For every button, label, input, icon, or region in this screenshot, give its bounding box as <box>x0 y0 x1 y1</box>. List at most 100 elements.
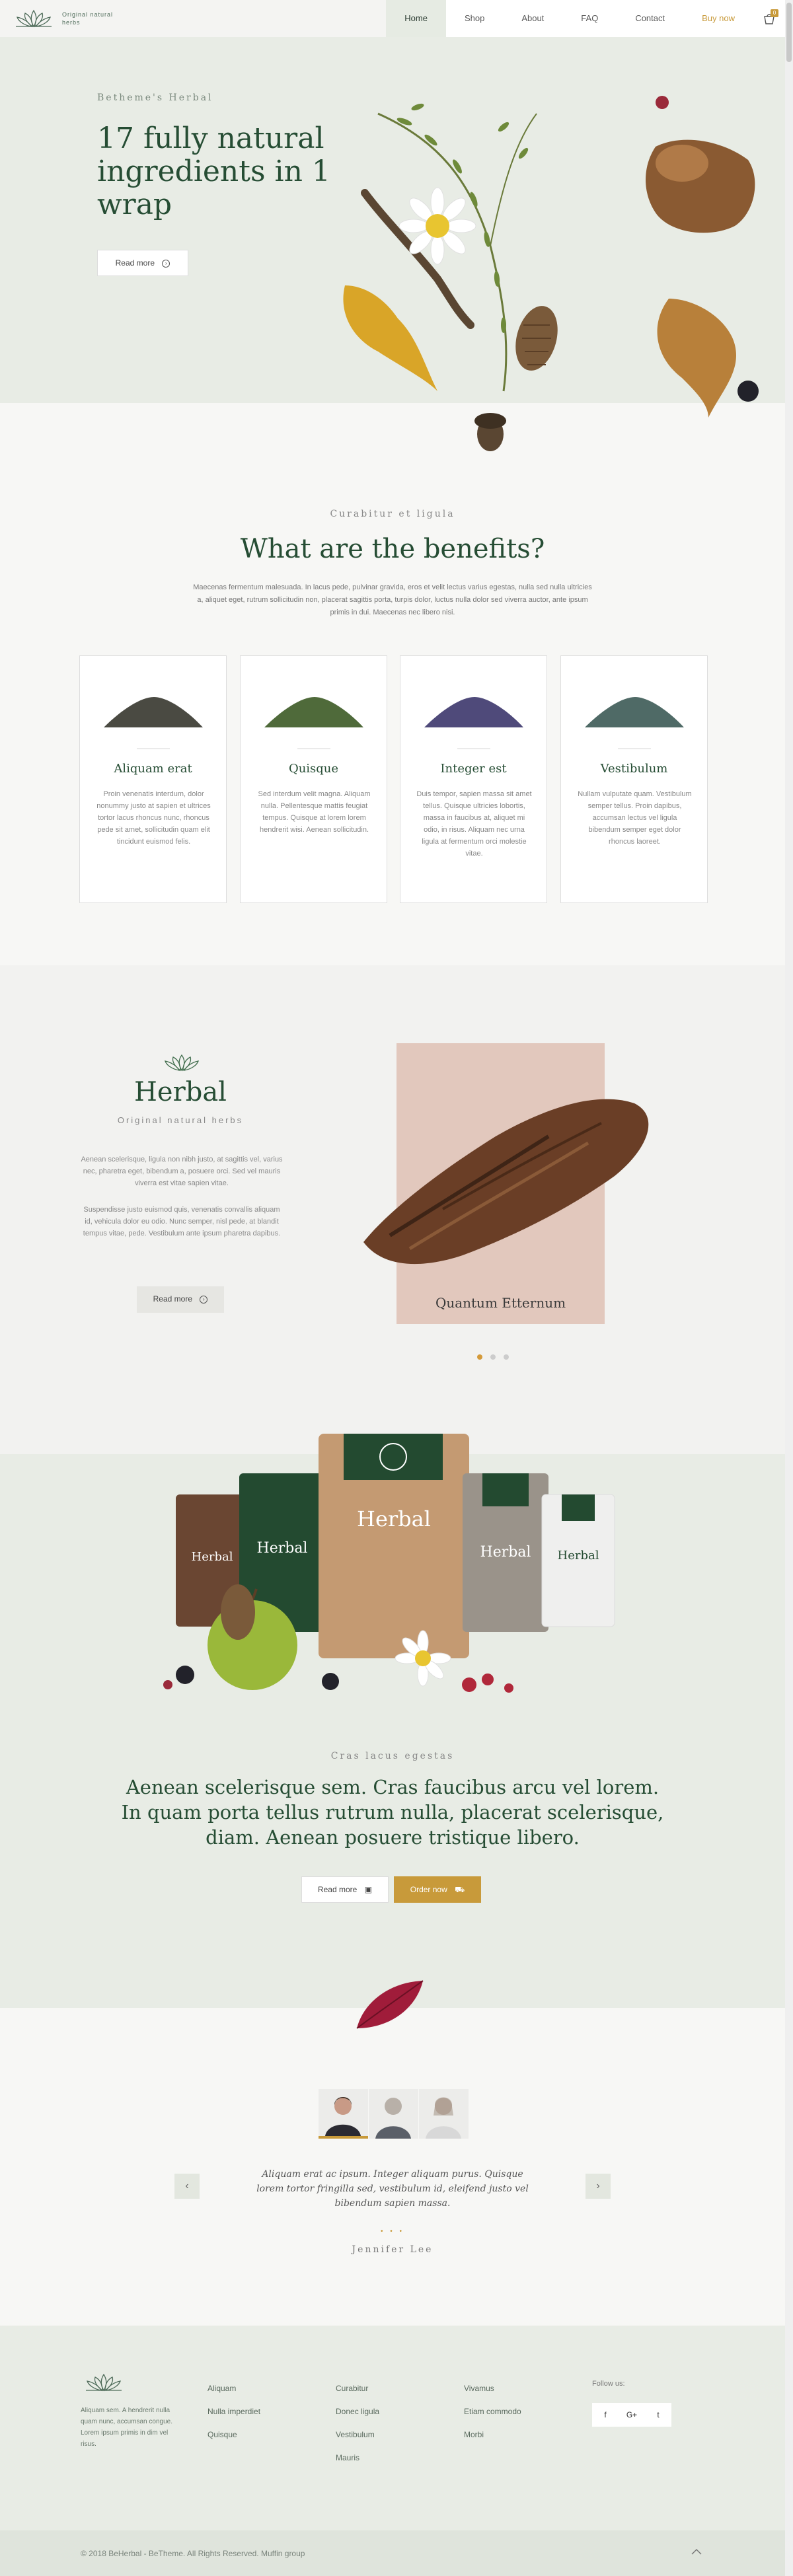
card-text: Nullam vulputate quam. Vestibulum semper… <box>578 790 692 846</box>
testimonial-prev-button[interactable]: ‹ <box>174 2174 200 2199</box>
package-label: Herbal <box>480 1544 531 1561</box>
testimonial-author: Jennifer Lee <box>352 2244 434 2255</box>
chevron-up-icon[interactable] <box>690 2546 703 2557</box>
footer-link[interactable]: Curabitur <box>336 2384 379 2407</box>
site-header: Original natural herbs Home Shop About F… <box>0 0 793 37</box>
twitter-icon[interactable]: t <box>645 2403 671 2427</box>
packages-kicker: Cras lacus egestas <box>330 1751 455 1761</box>
footer-links-column: Aliquam Nulla imperdiet Quisque <box>208 2384 260 2453</box>
cart-button[interactable]: 0 <box>753 0 785 37</box>
testimonial-next-button[interactable]: › <box>585 2174 611 2199</box>
cart-count-badge: 0 <box>771 9 778 17</box>
herbal-logo-icon[interactable] <box>81 2372 127 2394</box>
button-label: Order now <box>410 1885 447 1894</box>
hero-title: 17 fully natural ingredients in 1 wrap <box>97 122 330 221</box>
nav-faq[interactable]: FAQ <box>562 0 617 37</box>
herbal-logo-icon <box>16 9 52 28</box>
herb-pile-icon <box>264 697 363 727</box>
packages-title: Aenean scelerisque sem. Cras faucibus ar… <box>121 1776 664 1849</box>
packages-read-more-button[interactable]: Read more ▣ <box>301 1876 389 1903</box>
card-text: Duis tempor, sapien massa sit amet tellu… <box>416 790 532 858</box>
follow-label: Follow us: <box>592 2380 625 2388</box>
avatar[interactable] <box>419 2089 469 2139</box>
brand-paragraph: Suspendisse justo euismod quis, venenati… <box>83 1206 281 1237</box>
brand-paragraph: Aenean scelerisque, ligula non nibh just… <box>81 1156 283 1187</box>
brand-subtitle: Original natural herbs <box>117 1115 244 1125</box>
slider-dot[interactable] <box>477 1354 482 1360</box>
footer-links-column: Vivamus Etiam commodo Morbi <box>464 2384 521 2453</box>
footer-link[interactable]: Quisque <box>208 2430 260 2453</box>
hero-read-more-button[interactable]: Read more › <box>97 250 188 276</box>
order-now-button[interactable]: Order now ⛟ <box>394 1876 481 1903</box>
person-avatar-icon <box>426 2097 461 2139</box>
footer-links-column: Curabitur Donec ligula Vestibulum Mauris <box>336 2384 379 2476</box>
nav-shop[interactable]: Shop <box>446 0 503 37</box>
nav-buy-now[interactable]: Buy now <box>683 0 753 37</box>
bark-image <box>363 1099 649 1265</box>
arrow-circle-icon: › <box>200 1295 208 1304</box>
facebook-icon[interactable]: f <box>592 2403 619 2427</box>
person-avatar-icon <box>375 2098 411 2139</box>
herbs-illustration <box>343 96 759 451</box>
testimonial-avatars <box>319 2089 469 2139</box>
copyright-text: © 2018 BeHerbal - BeTheme. All Rights Re… <box>81 2549 305 2558</box>
avatar[interactable] <box>369 2089 418 2139</box>
red-leaf-decoration <box>356 1980 424 2029</box>
package-label: Herbal <box>257 1540 308 1557</box>
card-title: Aliquam erat <box>114 762 192 776</box>
avatar[interactable] <box>319 2089 368 2139</box>
page-scrollbar[interactable] <box>785 0 793 2576</box>
footer-link[interactable]: Etiam commodo <box>464 2407 521 2430</box>
footer-link[interactable]: Vivamus <box>464 2384 521 2407</box>
herb-pile-icon <box>424 697 523 727</box>
card-title: Quisque <box>288 762 339 776</box>
book-icon: ▣ <box>364 1885 373 1894</box>
packages-illustration: Herbal Herbal Herbal Herbal Herbal <box>163 1434 615 1693</box>
package-label: Herbal <box>357 1506 431 1531</box>
benefits-description: Maecenas fermentum malesuada. In lacus p… <box>193 583 592 616</box>
arrow-circle-icon: › <box>162 259 170 268</box>
slider-dot[interactable] <box>504 1354 509 1360</box>
card-text: Sed interdum velit magna. Aliquam nulla.… <box>258 790 371 834</box>
card-text: Proin venenatis interdum, dolor nonummy … <box>96 790 211 846</box>
testimonial-quote: Aliquam erat ac ipsum. Integer aliquam p… <box>256 2169 529 2209</box>
benefit-card: Quisque Sed interdum velit magna. Aliqua… <box>240 655 387 903</box>
nav-about[interactable]: About <box>503 0 562 37</box>
footer-link[interactable]: Aliquam <box>208 2384 260 2407</box>
benefit-card: Vestibulum Nullam vulputate quam. Vestib… <box>560 655 708 903</box>
footer-link[interactable]: Nulla imperdiet <box>208 2407 260 2430</box>
package-label: Herbal <box>192 1550 233 1564</box>
footer-link[interactable]: Morbi <box>464 2430 521 2453</box>
herbal-logo-icon <box>165 1054 199 1072</box>
button-label: Read more <box>317 1885 358 1894</box>
footer-link[interactable]: Vestibulum <box>336 2430 379 2453</box>
brand-read-more-button[interactable]: Read more › <box>137 1286 224 1313</box>
card-title: Vestibulum <box>600 762 668 776</box>
logo-tagline: Original natural herbs <box>62 11 114 26</box>
footer-link[interactable]: Mauris <box>336 2453 379 2476</box>
nav-home[interactable]: Home <box>386 0 446 37</box>
benefit-card: Aliquam erat Proin venenatis interdum, d… <box>79 655 227 903</box>
slider-dot[interactable] <box>490 1354 496 1360</box>
slide-caption: Quantum Etternum <box>435 1295 566 1311</box>
scrollbar-thumb[interactable] <box>786 3 792 62</box>
main-nav: Home Shop About FAQ Contact Buy now 0 <box>386 0 785 37</box>
person-avatar-icon <box>325 2097 361 2136</box>
footer-about: Aliquam sem. A hendrerit nulla quam nunc… <box>81 2407 172 2448</box>
brand-title: Herbal <box>134 1077 227 1107</box>
button-label: Read more <box>153 1294 193 1304</box>
footer-link[interactable]: Donec ligula <box>336 2407 379 2430</box>
benefits-title: What are the benefits? <box>240 534 545 564</box>
rating-dots: • • • <box>380 2228 405 2235</box>
herb-pile-icon <box>104 697 203 727</box>
button-label: Read more <box>115 258 155 268</box>
social-links: f G+ t <box>592 2403 671 2427</box>
slider-pagination <box>477 1354 509 1360</box>
nav-contact[interactable]: Contact <box>617 0 683 37</box>
package-label: Herbal <box>558 1549 599 1563</box>
card-title: Integer est <box>440 762 507 776</box>
benefit-card: Integer est Duis tempor, sapien massa si… <box>400 655 547 903</box>
logo[interactable]: Original natural herbs <box>11 8 122 29</box>
google-plus-icon[interactable]: G+ <box>619 2403 645 2427</box>
benefits-kicker: Curabitur et ligula <box>330 509 455 519</box>
